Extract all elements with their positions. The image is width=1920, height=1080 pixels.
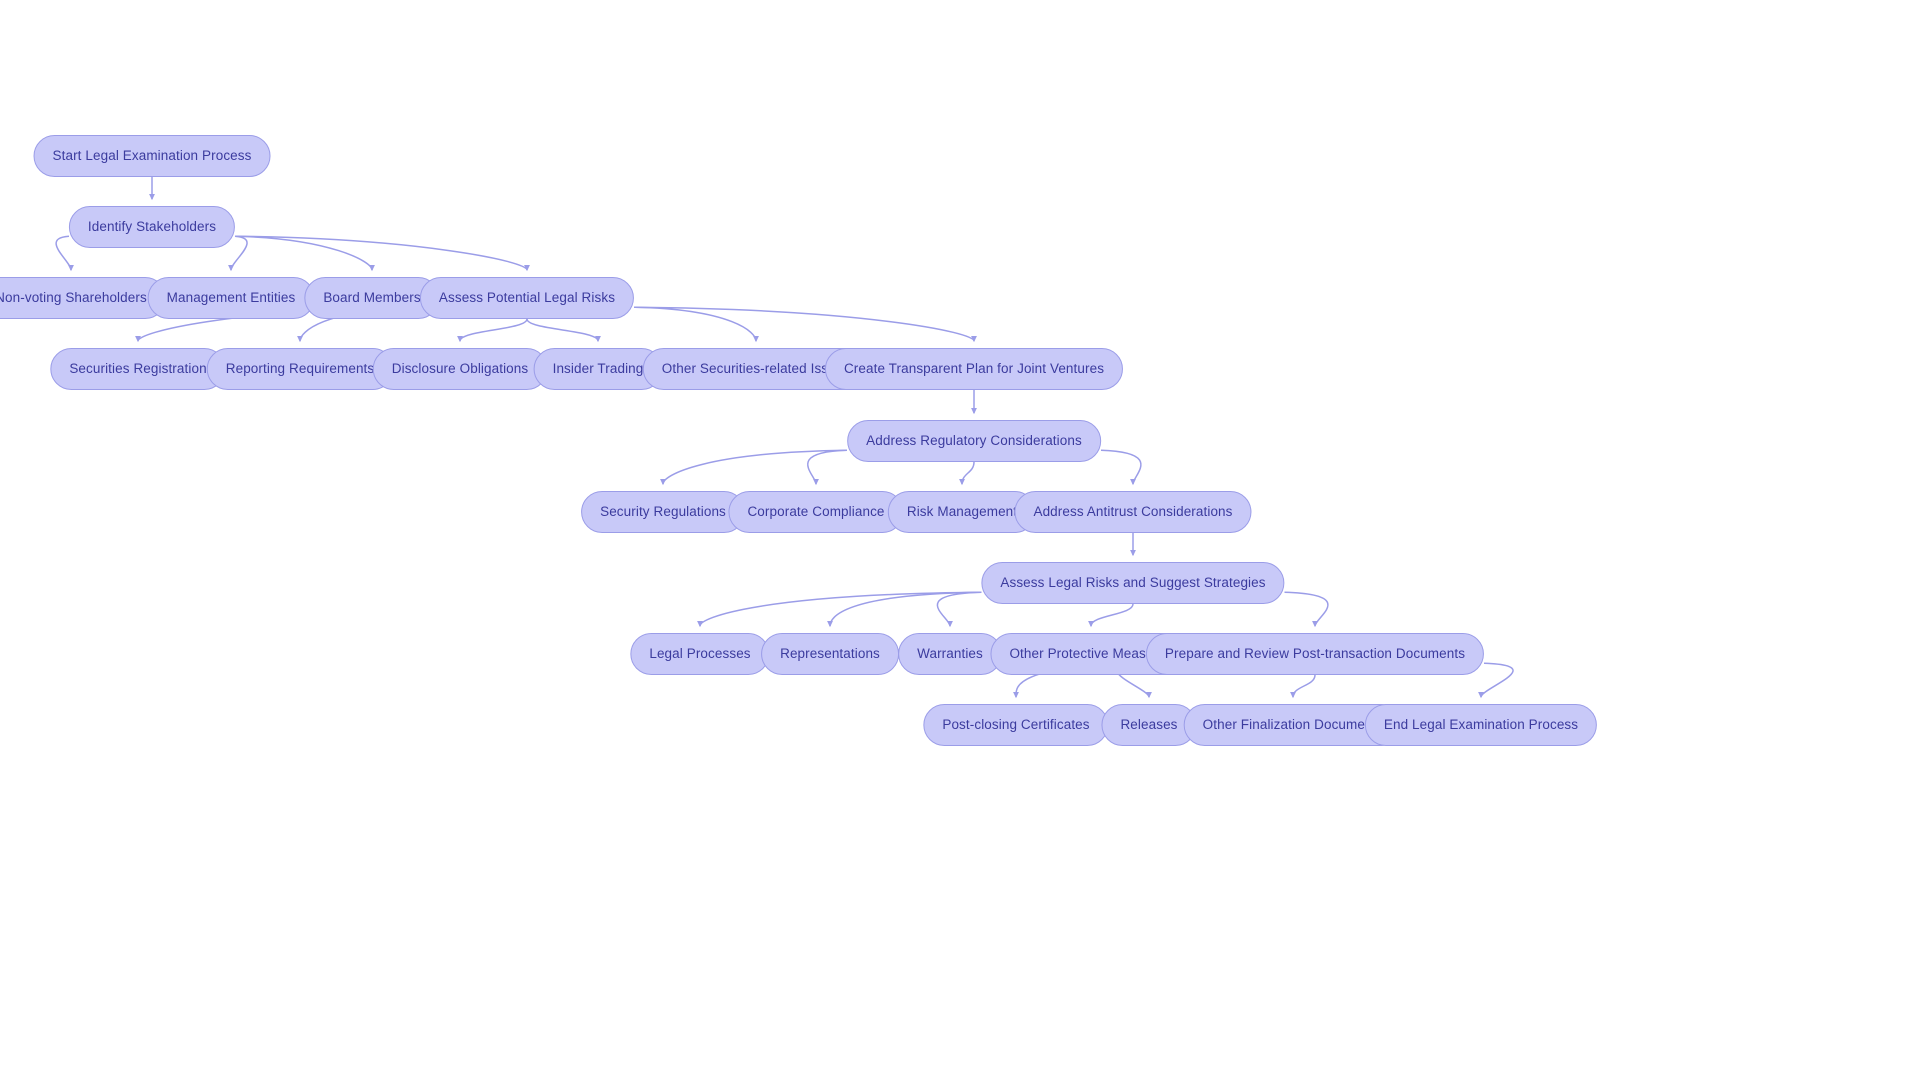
flowchart-edge-suggest-to-warranties xyxy=(936,591,982,628)
flowchart-node-transparent[interactable]: Create Transparent Plan for Joint Ventur… xyxy=(824,348,1124,390)
flowchart-node-secregs[interactable]: Security Regulations xyxy=(581,491,745,533)
node-label: Address Regulatory Considerations xyxy=(866,433,1082,449)
node-label: Create Transparent Plan for Joint Ventur… xyxy=(843,361,1105,377)
flowchart-edge-suggest-to-posttrans xyxy=(1284,591,1329,628)
node-label: Other Securities-related Issues xyxy=(661,361,851,377)
flowchart-node-suggest[interactable]: Assess Legal Risks and Suggest Strategie… xyxy=(981,562,1285,604)
flowchart-node-posttrans[interactable]: Prepare and Review Post-transaction Docu… xyxy=(1145,633,1485,675)
node-label: Assess Legal Risks and Suggest Strategie… xyxy=(1000,575,1266,591)
node-label: Prepare and Review Post-transaction Docu… xyxy=(1164,646,1466,662)
flowchart-node-end[interactable]: End Legal Examination Process xyxy=(1364,704,1598,746)
flowchart-edge-assessrisks-to-insider xyxy=(526,318,601,343)
node-label: Security Regulations xyxy=(600,504,726,520)
flowchart-node-securities[interactable]: Securities Registration xyxy=(50,348,226,390)
flowchart-edge-regulatory-to-antitrust xyxy=(1100,449,1142,486)
node-label: Management Entities xyxy=(166,290,296,306)
flowchart-node-postclosing[interactable]: Post-closing Certificates xyxy=(923,704,1109,746)
flowchart-node-legalproc[interactable]: Legal Processes xyxy=(630,633,770,675)
flowchart-canvas: Start Legal Examination Process Identify … xyxy=(0,0,1920,1080)
node-label: Corporate Compliance xyxy=(747,504,885,520)
node-label: Start Legal Examination Process xyxy=(52,148,252,164)
flowchart-edge-regulatory-to-riskmgmt xyxy=(959,461,975,486)
flowchart-edge-regulatory-to-compliance xyxy=(807,449,848,486)
node-label: Identify Stakeholders xyxy=(87,219,217,235)
flowchart-edge-stakeholders-to-assessrisks xyxy=(234,235,530,272)
edge-layer xyxy=(55,176,1514,699)
flowchart-edge-stakeholders-to-board xyxy=(234,235,375,272)
flowchart-edge-regulatory-to-secregs xyxy=(660,449,848,486)
flowchart-node-regulatory[interactable]: Address Regulatory Considerations xyxy=(847,420,1101,462)
node-label: Securities Registration xyxy=(69,361,207,377)
flowchart-edge-suggest-to-protective xyxy=(1088,603,1134,628)
flowchart-node-antitrust[interactable]: Address Antitrust Considerations xyxy=(1014,491,1252,533)
node-label: Insider Trading xyxy=(552,361,644,377)
flowchart-edge-stakeholders-to-management xyxy=(228,235,248,272)
flowchart-node-management[interactable]: Management Entities xyxy=(147,277,315,319)
flowchart-edge-stakeholders-to-nonvoting xyxy=(55,235,74,272)
flowchart-edge-suggest-to-representations xyxy=(827,591,982,628)
flowchart-node-stakeholders[interactable]: Identify Stakeholders xyxy=(68,206,236,248)
node-label: Address Antitrust Considerations xyxy=(1033,504,1233,520)
flowchart-node-nonvoting[interactable]: Non-voting Shareholders xyxy=(0,277,166,319)
node-label: Board Members xyxy=(323,290,421,306)
node-label: Disclosure Obligations xyxy=(391,361,529,377)
node-label: Representations xyxy=(780,646,880,662)
node-label: Legal Processes xyxy=(649,646,751,662)
node-label: Releases xyxy=(1120,717,1178,733)
flowchart-node-warranties[interactable]: Warranties xyxy=(898,633,1002,675)
flowchart-node-start[interactable]: Start Legal Examination Process xyxy=(33,135,271,177)
node-label: Non-voting Shareholders xyxy=(0,290,147,306)
node-label: Warranties xyxy=(917,646,983,662)
flowchart-edge-posttrans-to-end xyxy=(1478,662,1514,699)
node-label: End Legal Examination Process xyxy=(1383,717,1579,733)
flowchart-edge-suggest-to-legalproc xyxy=(697,591,982,628)
flowchart-node-compliance[interactable]: Corporate Compliance xyxy=(728,491,904,533)
node-label: Other Finalization Documents xyxy=(1202,717,1384,733)
flowchart-node-releases[interactable]: Releases xyxy=(1101,704,1197,746)
flowchart-node-assessrisks[interactable]: Assess Potential Legal Risks xyxy=(419,277,635,319)
flowchart-edge-assessrisks-to-disclosure xyxy=(457,318,528,343)
flowchart-edge-posttrans-to-finalization xyxy=(1290,674,1316,699)
flowchart-node-disclosure[interactable]: Disclosure Obligations xyxy=(372,348,548,390)
flowchart-edge-assessrisks-to-transparent xyxy=(633,306,977,343)
node-label: Post-closing Certificates xyxy=(942,717,1090,733)
node-label: Risk Management xyxy=(906,504,1018,520)
node-label: Assess Potential Legal Risks xyxy=(438,290,616,306)
node-label: Reporting Requirements xyxy=(225,361,375,377)
flowchart-node-reporting[interactable]: Reporting Requirements xyxy=(206,348,394,390)
flowchart-edge-assessrisks-to-othersec xyxy=(633,306,759,343)
flowchart-node-representations[interactable]: Representations xyxy=(761,633,899,675)
